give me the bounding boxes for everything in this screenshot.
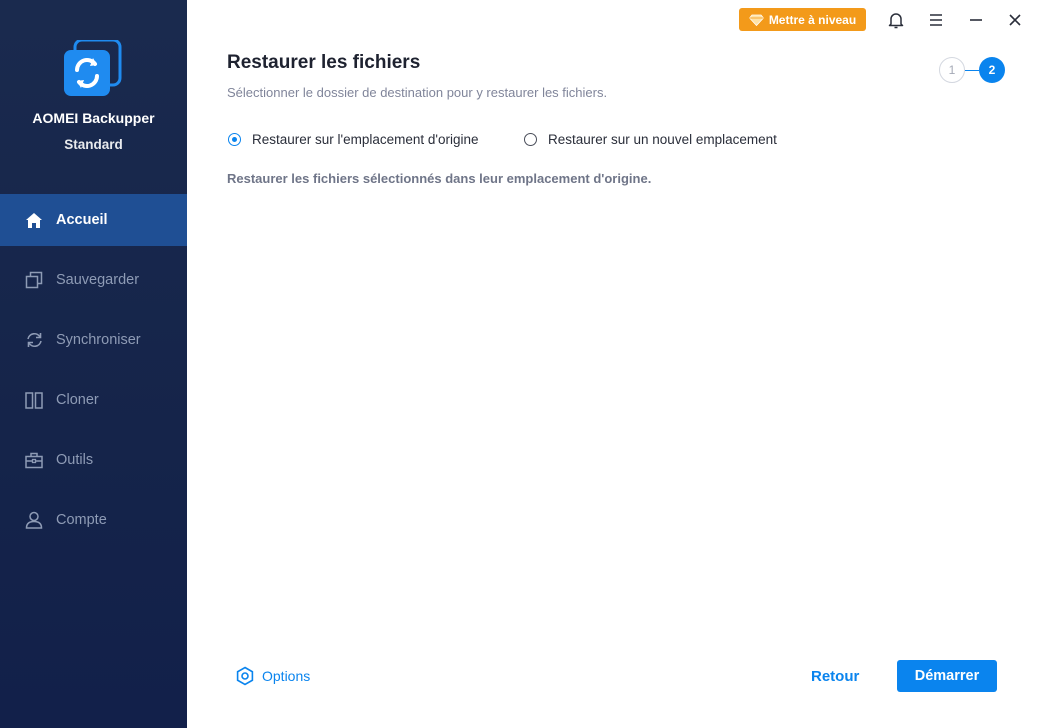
- sidebar: AOMEI Backupper Standard Accueil Sauvega…: [0, 0, 187, 728]
- upgrade-label: Mettre à niveau: [768, 12, 857, 27]
- clone-icon: [24, 390, 44, 410]
- toolbox-icon: [24, 450, 44, 470]
- radio-label: Restaurer sur un nouvel emplacement: [548, 132, 777, 147]
- minimize-icon[interactable]: [965, 9, 987, 31]
- sidebar-item-sauvegarder[interactable]: Sauvegarder: [0, 254, 187, 306]
- step-connector: [965, 70, 979, 71]
- sidebar-item-outils[interactable]: Outils: [0, 434, 187, 486]
- backup-icon: [24, 270, 44, 290]
- bell-icon[interactable]: [885, 9, 907, 31]
- step-indicator-1: 1: [939, 57, 965, 83]
- option-description: Restaurer les fichiers sélectionnés dans…: [227, 171, 652, 186]
- page-title: Restaurer les fichiers: [227, 52, 421, 73]
- options-label: Options: [262, 668, 311, 684]
- radio-label: Restaurer sur l'emplacement d'origine: [252, 132, 479, 147]
- app-edition: Standard: [64, 137, 123, 152]
- page-subtitle: Sélectionner le dossier de destination p…: [227, 85, 608, 100]
- sidebar-item-cloner[interactable]: Cloner: [0, 374, 187, 426]
- aomei-logo-icon: [63, 38, 123, 98]
- sidebar-item-label: Outils: [56, 452, 94, 468]
- home-icon: [24, 210, 44, 230]
- close-icon[interactable]: [1004, 9, 1026, 31]
- start-button[interactable]: Démarrer: [897, 660, 997, 692]
- sidebar-item-synchroniser[interactable]: Synchroniser: [0, 314, 187, 366]
- upgrade-button[interactable]: Mettre à niveau: [739, 8, 866, 31]
- app-name: AOMEI Backupper: [32, 110, 155, 126]
- options-button[interactable]: Options: [235, 666, 310, 686]
- radio-checked-icon: [228, 133, 241, 146]
- sidebar-item-label: Accueil: [56, 212, 108, 228]
- sidebar-item-accueil[interactable]: Accueil: [0, 194, 187, 246]
- options-icon: [236, 666, 254, 686]
- sync-icon: [24, 330, 44, 350]
- sidebar-item-label: Synchroniser: [56, 332, 141, 348]
- sidebar-item-compte[interactable]: Compte: [0, 494, 187, 546]
- sidebar-item-label: Compte: [56, 512, 107, 528]
- radio-new-location[interactable]: Restaurer sur un nouvel emplacement: [524, 132, 777, 147]
- radio-original-location[interactable]: Restaurer sur l'emplacement d'origine: [228, 132, 479, 147]
- radio-unchecked-icon: [524, 133, 537, 146]
- sidebar-item-label: Cloner: [56, 392, 99, 408]
- diamond-icon: [748, 14, 764, 26]
- step-indicator-2: 2: [979, 57, 1005, 83]
- menu-icon[interactable]: [925, 9, 947, 31]
- back-button[interactable]: Retour: [811, 668, 859, 685]
- user-icon: [24, 510, 44, 530]
- sidebar-item-label: Sauvegarder: [56, 272, 140, 288]
